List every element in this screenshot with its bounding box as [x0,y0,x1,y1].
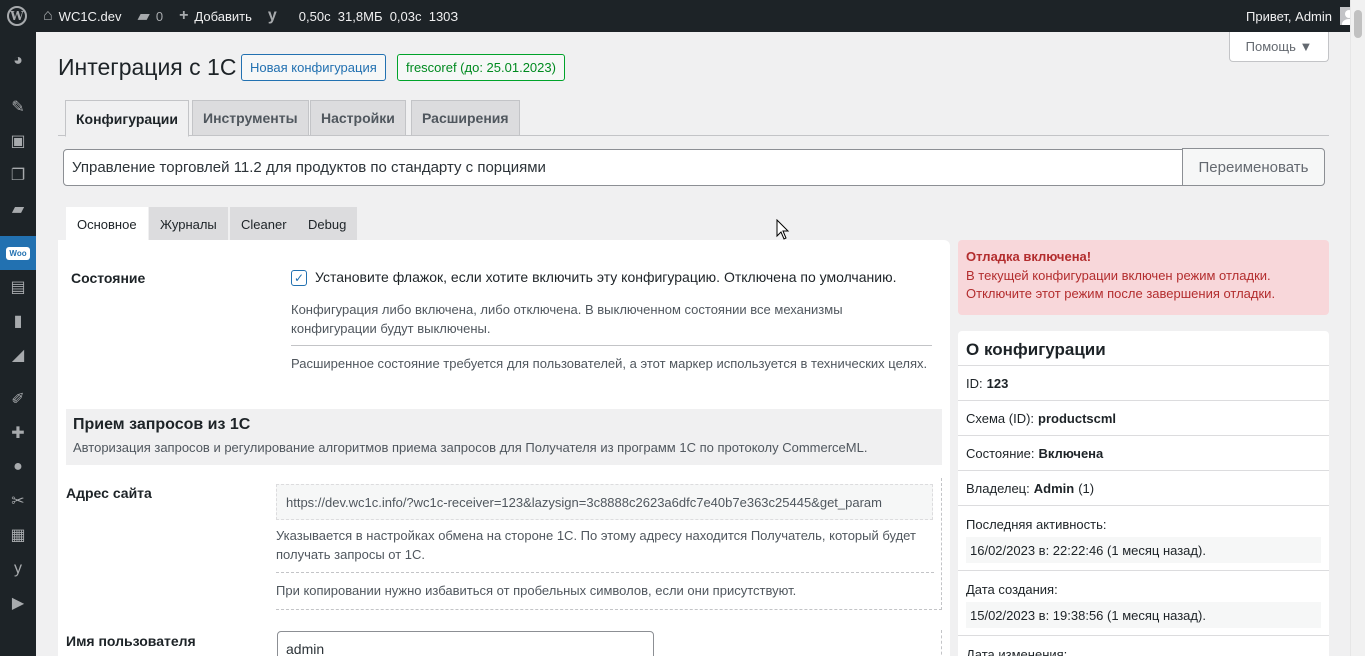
subtab-cleaner[interactable]: Cleaner [230,207,298,241]
play-icon[interactable]: ▶ [0,586,36,620]
users-icon[interactable]: ● [0,450,36,484]
site-url-field[interactable]: https://dev.wc1c.info/?wc1c-receiver=123… [276,484,933,520]
notice-body: В текущей конфигурации включен режим отл… [966,268,1276,301]
add-new-label: Добавить [194,8,252,24]
about-id-row: ID: 123 [958,365,1329,400]
plus-icon: + [179,7,189,24]
subtab-logs[interactable]: Журналы [149,207,228,241]
username-input[interactable]: admin [277,631,654,656]
yoast-icon: y [267,7,277,24]
about-owner-row: Владелец: Admin (1) [958,470,1329,505]
woo-icon[interactable]: Woo [0,236,36,270]
about-owner-value: Admin [1033,480,1075,496]
site-url-label: Адрес сайта [66,485,152,501]
rename-button[interactable]: Переименовать [1182,148,1325,186]
about-config-box: О конфигурации ID: 123 Схема (ID): product… [958,331,1329,656]
admin-sidebar: ◕ ✎ ▣ ❐ ▰ Woo ▤ ▮ ◢ ✐ ✚ ● ✂ ▦ y ▶ [0,32,36,656]
wordpress-icon: W [7,6,27,26]
yoast-menu[interactable]: y [260,0,291,32]
add-new-link[interactable]: + Добавить [171,0,260,32]
subtab-debug[interactable]: Debug [297,207,358,241]
about-created-label: Дата создания: [966,582,1058,597]
mouse-cursor-icon [776,219,790,240]
analytics-icon[interactable]: ▮ [0,304,36,338]
section-title: Прием запросов из 1С [73,416,251,433]
divider [291,345,932,346]
greeting: Привет, Admin [1246,8,1332,24]
username-label: Имя пользователя [66,633,196,649]
debug-notice: Отладка включена! В текущей конфигурации… [958,240,1329,315]
section-header: Прием запросов из 1С Авторизация запросо… [66,409,942,465]
site-url-note: При копировании нужно избавиться от проб… [276,583,797,598]
state-checkbox[interactable]: ✓ [291,270,307,286]
products-icon[interactable]: ▤ [0,270,36,304]
divider [276,572,934,573]
yoast-side-icon[interactable]: y [0,552,36,586]
comments-icon[interactable]: ▰ [0,192,36,226]
pin-icon[interactable]: ✎ [0,90,36,124]
section-description: Авторизация запросов и регулирование алг… [73,440,868,455]
main-tabs: Конфигурации Инструменты Настройки Расши… [58,100,1329,137]
admin-bar: W ⌂ WC1C.dev ▰ 0 + Добавить y 0,50с 31,8… [0,0,1365,32]
about-modified-row: Дата изменения: [958,635,1329,656]
new-config-button[interactable]: Новая конфигурация [241,54,386,81]
tab-settings[interactable]: Настройки [310,100,406,136]
about-status-label: Состояние: [966,445,1035,461]
state-label: Состояние [71,270,146,286]
about-owner-id: (1) [1078,480,1095,496]
plugins-icon[interactable]: ✚ [0,416,36,450]
comment-icon: ▰ [137,8,150,25]
about-activity-label: Последняя активность: [966,517,1107,532]
subtab-general[interactable]: Основное [66,207,148,241]
about-title: О конфигурации [966,340,1106,359]
marketing-icon[interactable]: ◢ [0,338,36,372]
state-description: Конфигурация либо включена, либо отключе… [291,302,843,336]
divider [276,609,942,610]
pages-icon[interactable]: ❐ [0,158,36,192]
about-schema-label: Схема (ID): [966,410,1035,426]
about-activity-value: 16/02/2023 в: 22:22:46 (1 месяц назад). [966,537,1321,563]
perf-stats: 0,50с 31,8МБ 0,03с 130З [298,8,459,24]
comments-count: 0 [155,8,164,24]
about-owner-label: Владелец: [966,480,1030,496]
integration-icon[interactable]: ▦ [0,518,36,552]
site-name-link[interactable]: ⌂ WC1C.dev [35,0,130,32]
config-name-input[interactable]: Управление торговлей 11.2 для продуктов … [63,149,1183,186]
tab-extensions[interactable]: Расширения [411,100,520,136]
about-status-row: Состояние: Включена [958,435,1329,470]
divider [941,630,942,656]
about-schema-value: productscml [1038,410,1117,426]
settings-panel: Состояние ✓ Установите флажок, если хоти… [58,240,950,656]
about-modified-label: Дата изменения: [966,647,1068,656]
media-icon[interactable]: ▣ [0,124,36,158]
tab-configurations[interactable]: Конфигурации [65,100,189,137]
about-status-value: Включена [1038,445,1104,461]
divider [941,478,942,610]
site-name: WC1C.dev [58,8,122,24]
page-scrollbar[interactable] [1350,0,1365,656]
scrollbar-thumb[interactable] [1354,10,1362,38]
page-title: Интеграция с 1С [58,54,237,80]
about-schema-row: Схема (ID): productscml [958,400,1329,435]
site-url-description: Указывается в настройках обмена на сторо… [276,528,916,562]
about-id-label: ID: [966,375,983,391]
help-button[interactable]: Помощь ▼ [1229,32,1329,62]
tools-icon[interactable]: ✂ [0,484,36,518]
about-created-value: 15/02/2023 в: 19:38:56 (1 месяц назад). [966,602,1321,628]
wp-logo-link[interactable]: W [0,0,35,32]
state-extra-description: Расширенное состояние требуется для поль… [291,356,928,371]
license-badge[interactable]: frescoref (до: 25.01.2023) [397,54,565,81]
state-checkbox-label[interactable]: Установите флажок, если хотите включить … [315,268,935,287]
query-monitor-link[interactable]: 0,50с 31,8МБ 0,03с 130З [291,0,466,32]
about-id-value: 123 [986,375,1009,391]
tab-tools[interactable]: Инструменты [192,100,309,136]
dashboard-icon[interactable]: ◕ [0,44,36,78]
comments-link[interactable]: ▰ 0 [130,0,172,32]
home-icon: ⌂ [43,7,53,24]
my-account-link[interactable]: Привет, Admin [1246,7,1365,25]
appearance-icon[interactable]: ✐ [0,382,36,416]
notice-title: Отладка включена! [966,249,1092,264]
